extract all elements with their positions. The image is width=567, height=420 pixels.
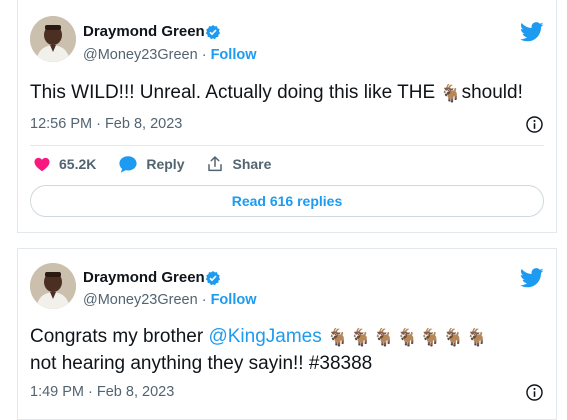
author-handle[interactable]: @Money23Green bbox=[83, 292, 198, 308]
handle-line: @Money23Green · Follow bbox=[83, 292, 257, 308]
reply-bubble-icon bbox=[119, 156, 137, 173]
reply-label: Reply bbox=[146, 156, 185, 172]
info-icon[interactable] bbox=[525, 383, 544, 402]
share-icon bbox=[208, 156, 223, 172]
tweet-text-start: This WILD!!! Unreal. Actually doing this… bbox=[30, 82, 441, 103]
tweet-text-start: Congrats my brother bbox=[30, 326, 209, 347]
follow-link[interactable]: Follow bbox=[211, 47, 257, 63]
share-label: Share bbox=[232, 156, 272, 172]
timestamp[interactable]: 1:49 PM · Feb 8, 2023 bbox=[30, 384, 174, 400]
divider bbox=[30, 145, 544, 146]
tweet-text: Congrats my brother @KingJames 🐐🐐🐐🐐🐐🐐🐐 n… bbox=[30, 323, 550, 377]
verified-badge-icon bbox=[205, 271, 221, 286]
heart-icon bbox=[34, 157, 50, 172]
follow-link[interactable]: Follow bbox=[211, 292, 257, 308]
author-name[interactable]: Draymond Green bbox=[83, 269, 205, 286]
likes-count: 65.2K bbox=[59, 156, 97, 172]
author-name[interactable]: Draymond Green bbox=[83, 23, 205, 40]
avatar[interactable] bbox=[30, 16, 76, 62]
action-bar: 65.2K Reply Share bbox=[33, 152, 293, 176]
twitter-bird-icon[interactable] bbox=[520, 268, 544, 288]
tweet-text-end: should! bbox=[461, 82, 523, 103]
info-icon[interactable] bbox=[525, 115, 544, 134]
handle-line: @Money23Green · Follow bbox=[83, 47, 257, 63]
reply-button[interactable]: Reply bbox=[118, 155, 184, 173]
mention-link[interactable]: @KingJames bbox=[208, 326, 321, 347]
author-handle[interactable]: @Money23Green bbox=[83, 47, 198, 63]
twitter-bird-icon[interactable] bbox=[520, 22, 544, 42]
goat-emojis: 🐐🐐🐐🐐🐐🐐🐐 bbox=[327, 328, 490, 347]
tweet-text: This WILD!!! Unreal. Actually doing this… bbox=[30, 79, 550, 106]
like-button[interactable]: 65.2K bbox=[33, 155, 96, 173]
avatar[interactable] bbox=[30, 263, 76, 309]
separator: · bbox=[201, 47, 207, 63]
tweet-card-1: Draymond Green @Money23Green · Follow Th… bbox=[17, 0, 557, 233]
timestamp[interactable]: 12:56 PM · Feb 8, 2023 bbox=[30, 116, 182, 132]
goat-emoji: 🐐 bbox=[440, 84, 462, 103]
tweet-card-2: Draymond Green @Money23Green · Follow Co… bbox=[17, 248, 557, 420]
separator: · bbox=[201, 292, 207, 308]
tweet-text-line2: not hearing anything they sayin!! #38388 bbox=[30, 353, 373, 374]
share-button[interactable]: Share bbox=[206, 155, 271, 173]
read-replies-button[interactable]: Read 616 replies bbox=[30, 185, 544, 217]
verified-badge-icon bbox=[205, 25, 221, 40]
